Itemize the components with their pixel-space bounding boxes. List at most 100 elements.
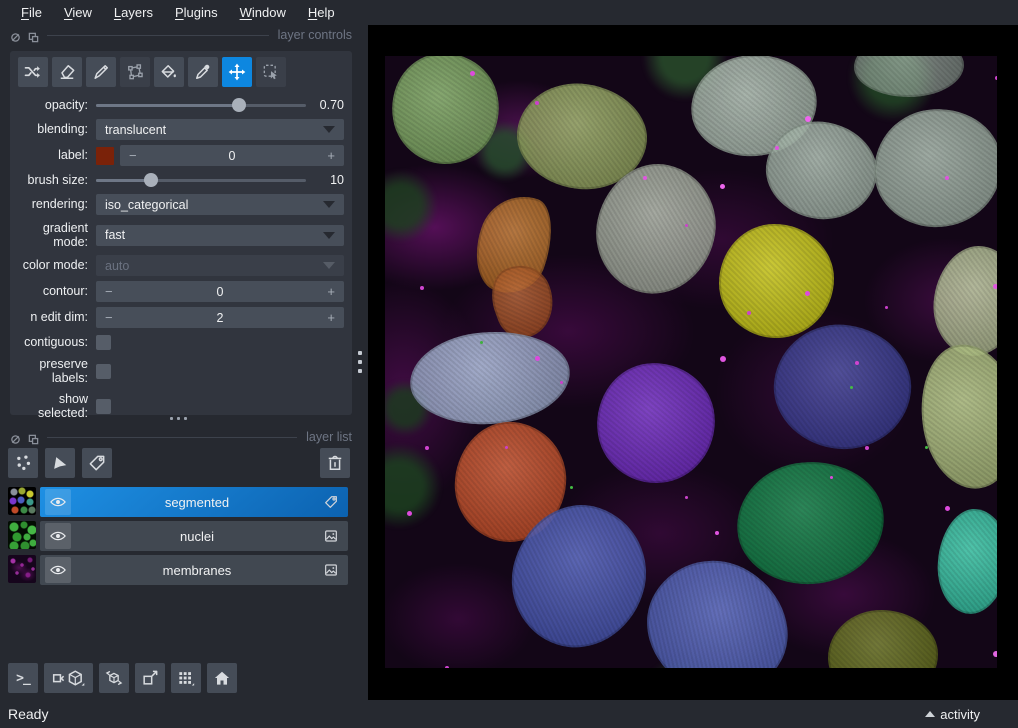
fluorescence-dot (995, 76, 997, 80)
image-layer-icon (323, 562, 339, 578)
transpose-dimensions-button[interactable] (135, 663, 165, 693)
contour-increment-button[interactable]: + (321, 284, 335, 299)
new-points-layer-button[interactable] (8, 448, 38, 478)
n-edit-dim-decrement-button[interactable]: − (105, 310, 119, 325)
fill-bucket-button[interactable] (154, 57, 184, 87)
show-selected-checkbox[interactable] (96, 399, 111, 414)
visibility-eye-icon[interactable] (45, 557, 71, 583)
fluorescence-dot (855, 361, 859, 365)
menu-item-help[interactable]: Help (297, 3, 346, 23)
brush-size-slider[interactable] (96, 172, 306, 188)
n-edit-dim-row: n edit dim: − 2 + (18, 307, 344, 328)
label-label: label: (18, 148, 88, 162)
dock-title-line (47, 437, 297, 438)
fluorescence-dot (685, 496, 688, 499)
label-row: label: − 0 + (18, 145, 344, 166)
transform-button[interactable] (256, 57, 286, 87)
fluorescence-dot (643, 176, 647, 180)
color-mode-row: color mode: auto (18, 255, 344, 276)
grid-view-button[interactable] (171, 663, 201, 693)
dock-splitter-handle[interactable] (170, 417, 187, 420)
fluorescence-dot (535, 101, 539, 105)
preserve-labels-row: preserve labels: (18, 356, 344, 386)
viewer-canvas[interactable] (368, 25, 1018, 700)
blending-dropdown[interactable]: translucent (96, 119, 344, 140)
visibility-eye-icon[interactable] (45, 523, 71, 549)
hide-panel-icon[interactable] (10, 432, 21, 443)
paint-brush-button[interactable] (86, 57, 116, 87)
layer-name: segmented (71, 495, 323, 510)
label-color-swatch[interactable] (96, 147, 114, 165)
n-edit-dim-value[interactable]: 2 (119, 311, 321, 325)
layer-item-segmented[interactable]: segmented (40, 487, 348, 517)
contour-decrement-button[interactable]: − (105, 284, 119, 299)
menu-bar: FileViewLayersPluginsWindowHelp (0, 0, 1018, 25)
color-mode-dropdown[interactable]: auto (96, 255, 344, 276)
gradient-mode-row: gradient mode: fast (18, 220, 344, 250)
fluorescence-dot (560, 381, 563, 384)
brush-size-row: brush size: 10 (18, 171, 344, 189)
ndisplay-toggle-button[interactable] (44, 663, 93, 693)
float-panel-icon[interactable] (28, 432, 39, 443)
pan-zoom-button[interactable] (222, 57, 252, 87)
console-icon: >_ (16, 671, 30, 686)
dock-title-line (47, 35, 269, 36)
fluorescence-dot (805, 291, 810, 296)
opacity-label: opacity: (18, 98, 88, 112)
label-decrement-button[interactable]: − (129, 148, 143, 163)
visibility-eye-icon[interactable] (45, 489, 71, 515)
console-button[interactable]: >_ (8, 663, 38, 693)
menu-item-window[interactable]: Window (229, 3, 297, 23)
delete-layer-button[interactable] (320, 448, 350, 478)
label-value[interactable]: 0 (143, 149, 321, 163)
hide-panel-icon[interactable] (10, 30, 21, 41)
fluorescence-dot (945, 176, 949, 180)
layer-name: nuclei (71, 529, 323, 544)
n-edit-dim-increment-button[interactable]: + (321, 310, 335, 325)
blending-label: blending: (18, 122, 88, 136)
menu-item-plugins[interactable]: Plugins (164, 3, 229, 23)
color-picker-button[interactable] (188, 57, 218, 87)
microscopy-image (385, 56, 997, 668)
viewer-buttons: >_ (8, 663, 237, 693)
eraser-button[interactable] (52, 57, 82, 87)
menu-item-layers[interactable]: Layers (103, 3, 164, 23)
menu-item-file[interactable]: File (10, 3, 53, 23)
label-increment-button[interactable]: + (321, 148, 335, 163)
fluorescence-dot (570, 486, 573, 489)
fluorescence-dot (715, 531, 719, 535)
new-labels-layer-button[interactable] (82, 448, 112, 478)
n-edit-dim-spinbox: − 2 + (96, 307, 344, 328)
menu-item-view[interactable]: View (53, 3, 103, 23)
rendering-dropdown[interactable]: iso_categorical (96, 194, 344, 215)
contour-value[interactable]: 0 (119, 285, 321, 299)
fluorescence-dot (925, 446, 928, 449)
layer-row: nuclei (8, 521, 348, 551)
fluorescence-dot (480, 341, 483, 344)
contiguous-label: contiguous: (18, 335, 88, 349)
shuffle-colors-button[interactable] (18, 57, 48, 87)
float-panel-icon[interactable] (28, 30, 39, 41)
fluorescence-dot (420, 286, 424, 290)
polygon-button[interactable] (120, 57, 150, 87)
activity-button[interactable]: activity (925, 707, 980, 722)
canvas-splitter-handle[interactable] (358, 351, 362, 373)
layer-item-membranes[interactable]: membranes (40, 555, 348, 585)
chevron-down-icon (323, 232, 335, 239)
color-mode-label: color mode: (18, 258, 88, 272)
left-dock: layer controls (0, 25, 368, 700)
layer-thumbnail-segmented (8, 487, 36, 515)
home-button[interactable] (207, 663, 237, 693)
rendering-row: rendering: iso_categorical (18, 194, 344, 215)
contiguous-checkbox[interactable] (96, 335, 111, 350)
brush-size-label: brush size: (18, 173, 88, 187)
gradient-mode-dropdown[interactable]: fast (96, 225, 344, 246)
preserve-labels-checkbox[interactable] (96, 364, 111, 379)
labels-layer-icon (323, 494, 339, 510)
layer-name: membranes (71, 563, 323, 578)
fluorescence-dot (805, 116, 811, 122)
layer-item-nuclei[interactable]: nuclei (40, 521, 348, 551)
new-shapes-layer-button[interactable] (45, 448, 75, 478)
roll-dimensions-button[interactable] (99, 663, 129, 693)
opacity-slider[interactable] (96, 97, 306, 113)
